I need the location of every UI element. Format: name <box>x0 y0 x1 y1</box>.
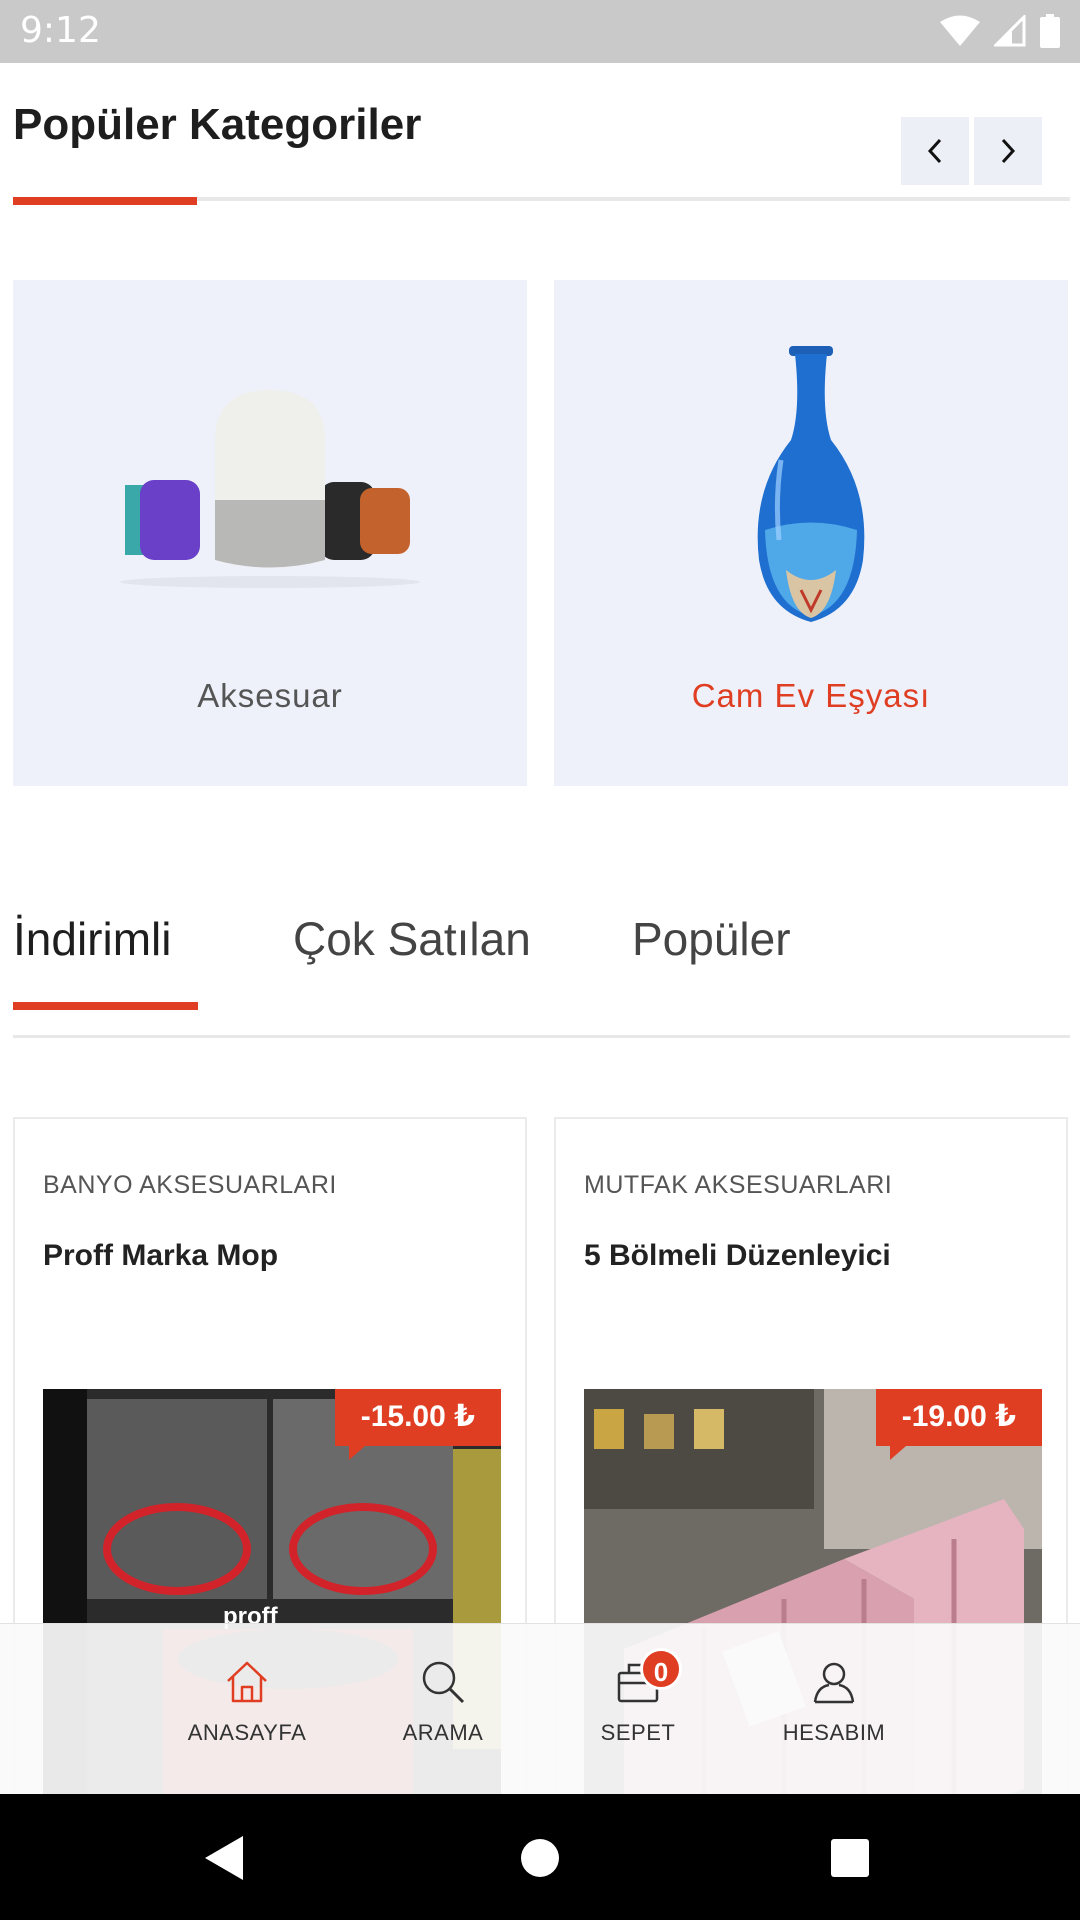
search-icon <box>422 1661 465 1704</box>
status-icons <box>940 14 1060 48</box>
user-icon <box>813 1662 855 1704</box>
system-home-button[interactable] <box>510 1834 570 1882</box>
nav-search[interactable]: ARAMA <box>363 1656 523 1746</box>
section-title: Popüler Kategoriler <box>13 100 422 149</box>
chevron-right-icon <box>1001 138 1016 164</box>
product-category: BANYO AKSESUARLARI <box>43 1171 337 1199</box>
battery-icon <box>1040 14 1060 48</box>
chevron-left-icon <box>927 138 942 164</box>
tab-indirimli[interactable]: İndirimli <box>13 912 171 966</box>
tab-populer[interactable]: Popüler <box>632 912 791 966</box>
wifi-icon <box>940 15 980 46</box>
nav-cart[interactable]: 0 SEPET <box>558 1648 718 1746</box>
category-label: Aksesuar <box>197 677 343 714</box>
product-name: 5 Bölmeli Düzenleyici <box>584 1239 891 1272</box>
discount-badge: -19.00 ₺ <box>875 1389 1042 1460</box>
active-tab-indicator <box>13 1002 198 1010</box>
status-bar: 9:12 <box>0 0 1080 63</box>
category-card-cam-ev-esyasi[interactable]: Cam Ev Eşyası <box>554 280 1068 786</box>
system-navigation-bar <box>0 1794 1080 1920</box>
carousel-prev-button[interactable] <box>901 117 969 185</box>
category-label: Cam Ev Eşyası <box>691 677 931 714</box>
smart-speaker-image <box>13 340 527 640</box>
bottom-navigation: ANASAYFA ARAMA 0 SEPET HESABIM <box>0 1623 1080 1794</box>
discount-badge: -15.00 ₺ <box>334 1389 501 1460</box>
back-triangle-icon <box>205 1836 243 1880</box>
nav-home[interactable]: ANASAYFA <box>167 1656 327 1746</box>
home-icon <box>227 1661 267 1703</box>
system-back-button[interactable] <box>195 1834 255 1882</box>
nav-account-label: HESABIM <box>782 1720 886 1745</box>
system-recents-button[interactable] <box>820 1834 880 1882</box>
signal-icon <box>994 15 1026 47</box>
nav-search-label: ARAMA <box>402 1720 484 1745</box>
product-category: MUTFAK AKSESUARLARI <box>584 1171 893 1199</box>
recents-square-icon <box>831 1839 869 1877</box>
section-accent-bar <box>13 197 197 205</box>
status-time: 9:12 <box>20 10 101 51</box>
category-card-aksesuar[interactable]: Aksesuar <box>13 280 527 786</box>
carousel-next-button[interactable] <box>974 117 1042 185</box>
home-circle-icon <box>521 1839 559 1877</box>
nav-home-label: ANASAYFA <box>187 1720 307 1745</box>
glass-vase-image <box>554 340 1068 640</box>
product-name: Proff Marka Mop <box>43 1239 279 1272</box>
cart-count-badge: 0 <box>640 1648 682 1690</box>
nav-cart-label: SEPET <box>600 1720 676 1745</box>
tab-cok-satilan[interactable]: Çok Satılan <box>293 912 531 966</box>
tabs-divider <box>13 1035 1070 1038</box>
nav-account[interactable]: HESABIM <box>754 1656 914 1746</box>
